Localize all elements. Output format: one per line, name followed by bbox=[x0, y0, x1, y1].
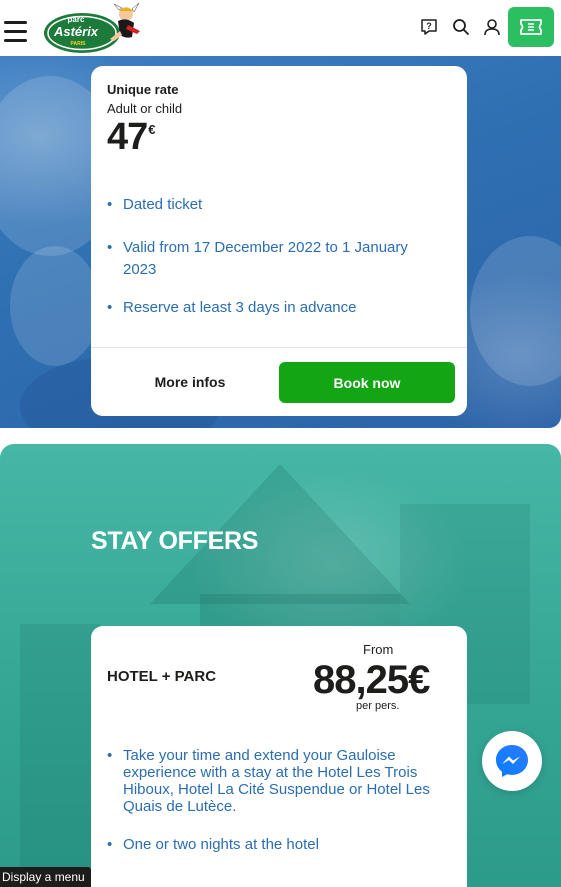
rate-label: Unique rate bbox=[107, 82, 179, 97]
messenger-chat-button[interactable] bbox=[482, 731, 542, 791]
offer-features-list: Take your time and extend your Gauloise … bbox=[107, 747, 447, 874]
search-icon[interactable] bbox=[451, 17, 471, 37]
svg-text:Astérix: Astérix bbox=[53, 24, 99, 39]
messenger-icon bbox=[496, 745, 528, 777]
list-item: Reserve at least 3 days in advance bbox=[107, 297, 437, 319]
card-divider bbox=[91, 347, 467, 348]
per-person-label: per pers. bbox=[356, 700, 400, 712]
list-item: Dated ticket bbox=[107, 194, 437, 216]
menu-icon[interactable] bbox=[4, 21, 27, 43]
help-icon[interactable]: ? bbox=[419, 17, 439, 37]
site-header: parc Astérix PARIS ? bbox=[0, 0, 561, 56]
ticket-features-list: Dated ticket Valid from 17 December 2022… bbox=[107, 194, 437, 319]
parc-asterix-logo[interactable]: parc Astérix PARIS bbox=[42, 2, 142, 55]
list-item: Valid from 17 December 2022 to 1 January… bbox=[107, 237, 437, 281]
ticket-offer-card: Unique rate Adult or child 47€ Dated tic… bbox=[91, 66, 467, 416]
offer-price: 88,25€ bbox=[313, 658, 430, 702]
list-item: One or two nights at the hotel bbox=[107, 836, 447, 853]
svg-text:PARIS: PARIS bbox=[71, 41, 87, 47]
more-infos-button[interactable]: More infos bbox=[115, 362, 265, 402]
svg-text:?: ? bbox=[426, 21, 432, 31]
ticket-icon bbox=[520, 19, 542, 35]
user-icon[interactable] bbox=[482, 17, 502, 37]
svg-text:parc: parc bbox=[68, 15, 85, 24]
rate-subtitle: Adult or child bbox=[107, 101, 183, 116]
from-label: From bbox=[363, 642, 394, 657]
list-item: Take your time and extend your Gauloise … bbox=[107, 747, 447, 815]
stay-offers-title: STAY OFFERS bbox=[91, 527, 259, 555]
hotel-offer-card: HOTEL + PARC From 88,25€ per pers. Take … bbox=[91, 626, 467, 887]
book-now-button[interactable]: Book now bbox=[279, 362, 455, 403]
offer-name: HOTEL + PARC bbox=[107, 668, 217, 685]
ticket-price: 47€ bbox=[107, 116, 156, 158]
display-menu-label[interactable]: Display a menu bbox=[0, 867, 91, 887]
ticket-button[interactable] bbox=[508, 7, 554, 47]
